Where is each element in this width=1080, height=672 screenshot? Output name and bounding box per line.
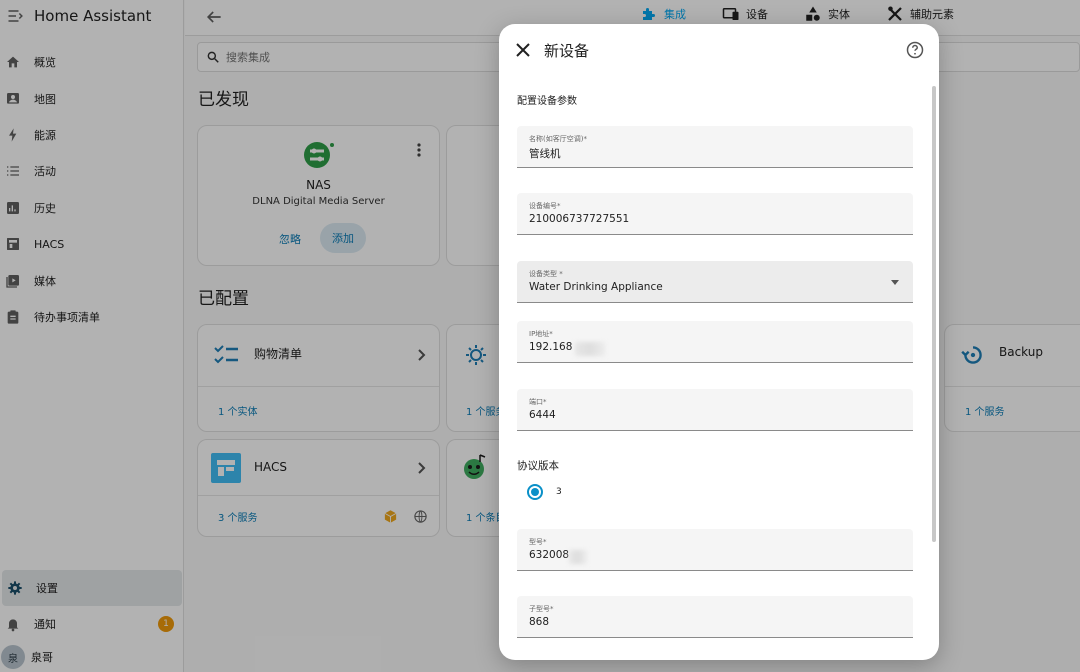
field-value[interactable]: 192.168 (529, 341, 572, 353)
device-type-select[interactable]: 设备类型 * Water Drinking Appliance (517, 261, 913, 303)
field-label: 设备编号* (529, 202, 561, 210)
field-label: IP地址* (529, 330, 553, 338)
field-value[interactable]: 管线机 (529, 146, 561, 161)
device-id-field[interactable]: 设备编号* 210006737727551 (517, 193, 913, 235)
field-value[interactable]: 6444 (529, 409, 556, 421)
ip-address-field[interactable]: IP地址* 192.168 (517, 321, 913, 363)
model-field[interactable]: 型号* 632008 (517, 529, 913, 571)
protocol-version-label: 协议版本 (517, 460, 559, 472)
field-label: 端口* (529, 398, 547, 406)
field-label: 设备类型 * (529, 270, 563, 278)
radio-dot (531, 488, 539, 496)
dropdown-caret-icon (891, 279, 899, 285)
submodel-field[interactable]: 子型号* 868 (517, 596, 913, 638)
field-label: 子型号* (529, 605, 554, 613)
redacted-blur (569, 550, 587, 564)
new-device-dialog: 新设备 配置设备参数 名称(如客厅空调)* 管线机 设备编号* 21000673… (499, 24, 939, 660)
help-icon[interactable] (906, 41, 924, 59)
port-field[interactable]: 端口* 6444 (517, 389, 913, 431)
redacted-blur (575, 342, 605, 356)
field-label: 名称(如客厅空调)* (529, 135, 587, 143)
protocol-radio-3[interactable] (527, 484, 543, 500)
dialog-subtitle: 配置设备参数 (517, 96, 577, 107)
close-icon[interactable] (515, 42, 531, 58)
field-value[interactable]: 632008 (529, 549, 569, 561)
field-value[interactable]: 868 (529, 616, 549, 628)
protocol-radio-label: 3 (556, 487, 562, 497)
field-value: Water Drinking Appliance (529, 281, 663, 293)
field-value[interactable]: 210006737727551 (529, 213, 629, 225)
field-label: 型号* (529, 538, 547, 546)
dialog-scrollbar[interactable] (932, 86, 936, 542)
name-field[interactable]: 名称(如客厅空调)* 管线机 (517, 126, 913, 168)
dialog-title: 新设备 (544, 42, 590, 60)
